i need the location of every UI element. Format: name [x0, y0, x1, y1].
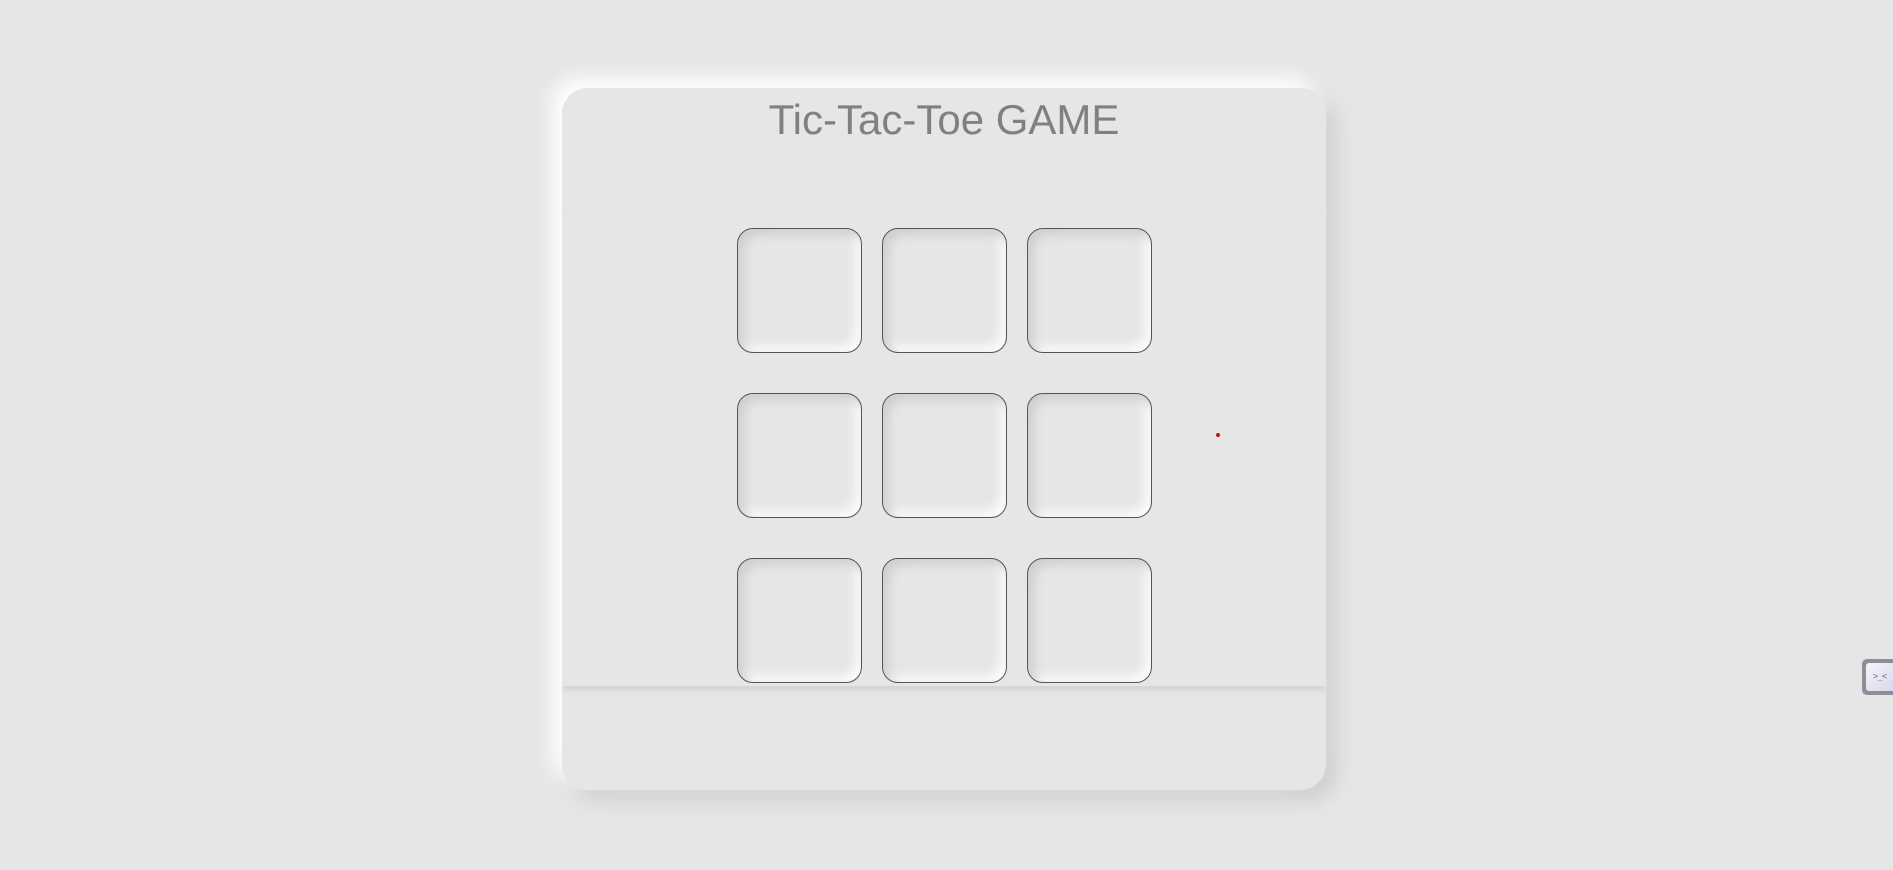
cell-2-2[interactable] — [1027, 558, 1152, 683]
cursor-dot — [1216, 433, 1220, 437]
terminal-face-icon: >_< — [1866, 663, 1893, 691]
cell-0-1[interactable] — [882, 228, 1007, 353]
game-footer — [562, 686, 1326, 790]
board-area — [562, 210, 1326, 686]
cell-2-1[interactable] — [882, 558, 1007, 683]
cell-0-2[interactable] — [1027, 228, 1152, 353]
page: Tic-Tac-Toe GAME >_< — [0, 0, 1893, 870]
game-header: Tic-Tac-Toe GAME — [562, 88, 1326, 210]
cell-0-0[interactable] — [737, 228, 862, 353]
cell-1-1[interactable] — [882, 393, 1007, 518]
game-card: Tic-Tac-Toe GAME — [562, 88, 1326, 790]
cell-2-0[interactable] — [737, 558, 862, 683]
cell-1-0[interactable] — [737, 393, 862, 518]
game-board — [737, 228, 1153, 686]
cell-1-2[interactable] — [1027, 393, 1152, 518]
page-title: Tic-Tac-Toe GAME — [768, 96, 1120, 143]
extension-widget-button[interactable]: >_< — [1862, 659, 1893, 695]
